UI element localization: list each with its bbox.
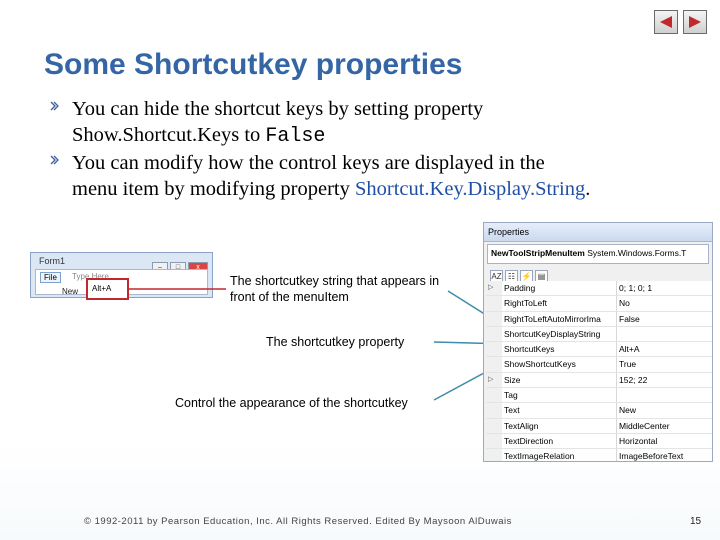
property-value-cell[interactable]: 152; 22	[619, 373, 712, 387]
property-row[interactable]: ▷ Size 152; 22	[486, 372, 712, 389]
menu-item-new[interactable]: New	[62, 287, 78, 296]
column-divider	[616, 433, 617, 449]
menu-item-file[interactable]: File	[40, 272, 61, 283]
expand-icon[interactable]: ▷	[488, 281, 502, 295]
property-name-cell: ShortcutKeys	[504, 344, 555, 355]
triangle-left-icon	[660, 16, 672, 28]
properties-header: Properties	[484, 223, 712, 242]
column-divider	[616, 403, 617, 418]
column-divider	[616, 357, 617, 372]
slide-number: 15	[690, 516, 702, 527]
shortcut-highlight: Alt+A	[86, 278, 129, 300]
property-value-cell[interactable]: 0; 1; 0; 1	[619, 281, 712, 295]
property-value-cell[interactable]: No	[619, 296, 712, 310]
property-row[interactable]: RightToLeftAutoMirrorIma False	[486, 311, 712, 327]
property-value-cell[interactable]: ImageBeforeText	[619, 449, 712, 461]
property-value-cell[interactable]: True	[619, 357, 712, 371]
property-row[interactable]: ShortcutKeyDisplayString	[486, 326, 712, 343]
property-row[interactable]: ▷ Padding 0; 1; 0; 1	[486, 281, 712, 297]
property-name-cell: TextAlign	[504, 420, 539, 431]
property-value-cell[interactable]: New	[619, 403, 712, 417]
callout-display-string: The shortcutkey string that appears in f…	[230, 274, 440, 305]
property-name-cell: ShowShortcutKeys	[504, 359, 576, 370]
bullet-text: You can modify how the control keys are …	[72, 151, 545, 174]
property-name-cell: Tag	[504, 390, 518, 401]
slide-title: Some Shortcutkey properties	[44, 48, 463, 81]
property-row[interactable]: RightToLeft No	[486, 296, 712, 312]
property-row[interactable]: TextImageRelation ImageBeforeText	[486, 449, 712, 462]
property-name: Shortcut.Key.Display.String	[354, 178, 586, 201]
property-value-cell[interactable]: Alt+A	[619, 342, 712, 356]
column-divider	[616, 281, 617, 296]
callout-show-shortcut: Control the appearance of the shortcutke…	[175, 396, 408, 410]
bullet-text: .	[585, 178, 591, 201]
property-name-cell: TextDirection	[504, 435, 554, 446]
property-name-cell: ShortcutKeyDisplayString	[504, 328, 601, 339]
property-name-cell: Text	[504, 405, 520, 416]
column-divider	[616, 449, 617, 461]
property-row[interactable]: Tag	[486, 388, 712, 404]
bullet-text: Show.Shortcut.Keys to	[72, 124, 266, 147]
property-grid: ▷ Padding 0; 1; 0; 1 RightToLeft No RightToLe…	[486, 281, 712, 461]
property-name-cell: TextImageRelation	[504, 451, 575, 462]
object-type: System.Windows.Forms.T	[584, 248, 687, 258]
property-value-cell[interactable]: MiddleCenter	[619, 419, 712, 433]
bullet-icon	[50, 155, 59, 165]
expand-icon[interactable]: ▷	[488, 373, 502, 387]
property-name-cell: RightToLeft	[504, 298, 547, 309]
property-row[interactable]: ShortcutKeys Alt+A	[486, 342, 712, 358]
bullet-icon	[50, 101, 59, 111]
column-divider	[616, 326, 617, 342]
column-divider	[616, 388, 617, 403]
object-selector[interactable]: NewToolStripMenuItem System.Windows.Form…	[487, 244, 709, 264]
property-row[interactable]: ShowShortcutKeys True	[486, 357, 712, 373]
slide: Some Shortcutkey properties You can hide…	[0, 0, 720, 540]
previous-slide-button[interactable]	[654, 10, 678, 34]
column-divider	[616, 311, 617, 326]
form-title: Form1	[39, 256, 66, 266]
callout-shortcut-keys: The shortcutkey property	[266, 335, 405, 349]
property-name-cell: Size	[504, 374, 521, 385]
property-value-cell[interactable]: False	[619, 312, 712, 326]
bullet-list: You can hide the shortcut keys by settin…	[44, 96, 704, 202]
bullet-item: You can modify how the control keys are …	[44, 150, 704, 202]
property-row[interactable]: TextAlign MiddleCenter	[486, 418, 712, 434]
property-row[interactable]: TextDirection Horizontal	[486, 433, 712, 450]
copyright-footer: © 1992-2011 by Pearson Education, Inc. A…	[84, 516, 512, 527]
properties-panel: Properties NewToolStripMenuItem System.W…	[483, 222, 713, 462]
bullet-text: You can hide the shortcut keys by settin…	[72, 98, 484, 120]
property-row[interactable]: Text New	[486, 403, 712, 419]
next-slide-button[interactable]	[683, 10, 707, 34]
triangle-right-icon	[689, 16, 701, 28]
column-divider	[616, 342, 617, 357]
column-divider	[616, 372, 617, 388]
column-divider	[616, 418, 617, 433]
property-value-cell[interactable]: Horizontal	[619, 434, 712, 448]
code-text: False	[265, 125, 326, 149]
bullet-text: menu item by modifying property	[72, 178, 355, 201]
property-name-cell: Padding	[504, 283, 536, 293]
property-name-cell: RightToLeftAutoMirrorIma	[504, 313, 601, 324]
bullet-item: You can hide the shortcut keys by settin…	[44, 96, 704, 150]
object-name: NewToolStripMenuItem	[491, 248, 585, 258]
column-divider	[616, 296, 617, 311]
